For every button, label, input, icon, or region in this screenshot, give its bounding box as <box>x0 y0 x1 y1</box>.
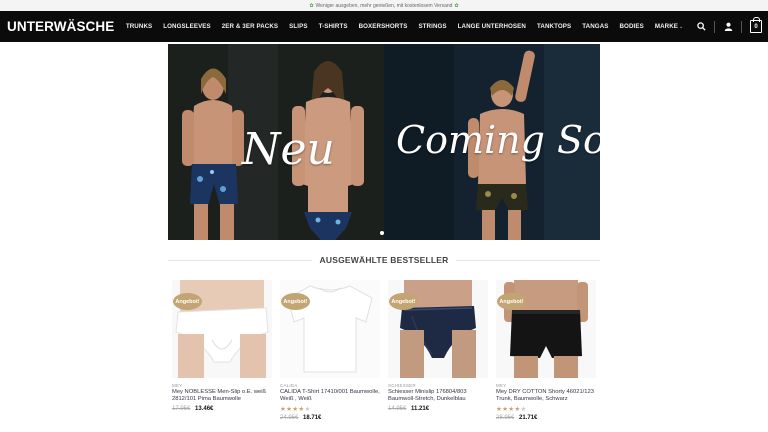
old-price: 24.95€ <box>280 415 299 421</box>
old-price: 17.95€ <box>172 406 191 412</box>
product-card[interactable]: Angebot! CALIDA CALIDA T-Shirt 17410/001… <box>280 280 380 421</box>
chevron-down-icon: ⌄ <box>679 24 684 30</box>
cart-icon[interactable]: 0 <box>750 17 762 33</box>
product-image[interactable]: Angebot! <box>280 280 380 378</box>
nav-item-tanktops[interactable]: TANKTOPS <box>537 23 571 30</box>
site-logo[interactable]: UNTERWÄSCHE <box>7 19 114 34</box>
sale-price: 18.71€ <box>303 415 322 421</box>
section-heading: AUSGEWÄHLTE BESTSELLER <box>168 253 601 267</box>
heading-line <box>456 259 601 261</box>
product-image[interactable]: Angebot! <box>388 280 488 378</box>
search-icon[interactable] <box>696 22 706 32</box>
product-name[interactable]: CALIDA T-Shirt 17410/001 Baumwolle, Weiß… <box>280 389 380 404</box>
rating-stars: ★★★★★ <box>280 406 311 413</box>
heading-line <box>168 259 312 261</box>
sale-price: 21.71€ <box>519 415 538 421</box>
sale-badge: Angebot! <box>497 293 526 310</box>
sale-price: 13.46€ <box>195 406 214 412</box>
nav-item-packs[interactable]: 2ER & 3ER PACKS <box>222 23 278 30</box>
section-title: AUSGEWÄHLTE BESTSELLER <box>319 255 449 265</box>
cart-count: 0 <box>754 23 758 30</box>
sale-price: 11.21€ <box>411 406 430 412</box>
nav-item-tangas[interactable]: TANGAS <box>582 23 608 30</box>
product-brand: MEY <box>496 383 507 388</box>
header-divider <box>741 20 742 33</box>
product-price: 28.95€ 21.71€ <box>496 415 596 421</box>
nav-item-boxershorts[interactable]: BOXERSHORTS <box>359 23 408 30</box>
sale-badge: Angebot! <box>389 293 418 310</box>
hero-headline-left: Neu <box>242 124 335 175</box>
leaf-icon: ✿ <box>309 2 314 9</box>
nav-item-bodies[interactable]: BODIES <box>619 23 643 30</box>
product-brand: CALIDA <box>280 383 298 388</box>
product-name[interactable]: Schiesser Minislip 176804/803 Baumwoll-S… <box>388 389 488 404</box>
announcement-bar: ✿ Weniger ausgeben, mehr genießen, mit k… <box>0 0 768 11</box>
product-name[interactable]: Mey NOBLESSE Men-Slip o.E. weiß 2812/101… <box>172 389 272 404</box>
old-price: 14.95€ <box>388 406 407 412</box>
product-name[interactable]: Mey DRY COTTON Shorty 46021/123 Trunk, B… <box>496 389 596 404</box>
hero-image-right: Coming Soon <box>384 44 600 240</box>
nav-item-slips[interactable]: SLIPS <box>289 23 307 30</box>
nav-item-longsleeves[interactable]: LONGSLEEVES <box>163 23 211 30</box>
product-image[interactable]: Angebot! <box>172 280 272 378</box>
product-card[interactable]: Angebot! SCHIESSER Schiesser Minislip 17… <box>388 280 488 421</box>
account-icon[interactable] <box>723 22 733 32</box>
product-price: 17.95€ 13.46€ <box>172 406 272 412</box>
nav-item-marke-label: MARKE <box>654 23 678 30</box>
product-card[interactable]: Angebot! MEY Mey NOBLESSE Men-Slip o.E. … <box>172 280 272 421</box>
hero-headline-right: Coming Soon <box>396 118 600 162</box>
site-header: UNTERWÄSCHE TRUNKS LONGSLEEVES 2ER & 3ER… <box>0 11 768 42</box>
product-brand: MEY <box>172 383 183 388</box>
nav-item-tshirts[interactable]: T-SHIRTS <box>319 23 348 30</box>
sale-badge: Angebot! <box>281 293 310 310</box>
product-price: 24.95€ 18.71€ <box>280 415 380 421</box>
rating-stars: ★★★★★ <box>496 406 527 413</box>
main-nav: TRUNKS LONGSLEEVES 2ER & 3ER PACKS SLIPS… <box>120 23 688 30</box>
nav-item-lange-unterhosen[interactable]: LANGE UNTERHOSEN <box>458 23 526 30</box>
announcement-text: Weniger ausgeben, mehr genießen, mit kos… <box>315 2 453 9</box>
sale-badge: Angebot! <box>173 293 202 310</box>
nav-item-strings[interactable]: STRINGS <box>418 23 446 30</box>
slider-dots <box>380 231 384 235</box>
slider-dot[interactable] <box>380 231 384 235</box>
product-grid: Angebot! MEY Mey NOBLESSE Men-Slip o.E. … <box>172 280 596 421</box>
header-divider <box>714 20 715 33</box>
hero-image-left: Neu <box>168 44 384 240</box>
product-brand: SCHIESSER <box>388 383 416 388</box>
nav-item-marke[interactable]: MARKE⌄ <box>655 23 683 30</box>
product-card[interactable]: Angebot! MEY Mey DRY COTTON Shorty 46021… <box>496 280 596 421</box>
product-price: 14.95€ 11.21€ <box>388 406 488 412</box>
leaf-icon: ✿ <box>454 2 459 9</box>
hero-slider[interactable]: Neu Coming Soon <box>168 44 600 240</box>
header-actions: 0 <box>696 11 762 42</box>
nav-item-trunks[interactable]: TRUNKS <box>126 23 152 30</box>
product-image[interactable]: Angebot! <box>496 280 596 378</box>
old-price: 28.95€ <box>496 415 515 421</box>
